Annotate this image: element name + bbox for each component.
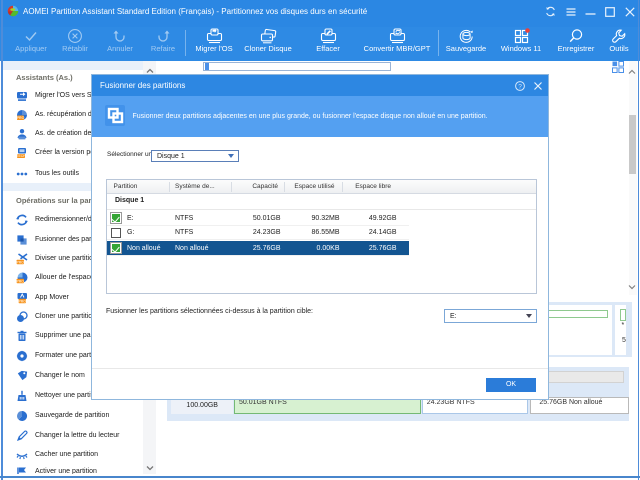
svg-text:PRO: PRO [17, 280, 25, 284]
svg-text:?: ? [518, 83, 522, 90]
svg-text:PRO: PRO [19, 299, 27, 303]
svg-text:PRO: PRO [17, 116, 25, 120]
svg-text:PRO: PRO [17, 260, 25, 264]
svg-text:TECH: TECH [16, 155, 26, 159]
